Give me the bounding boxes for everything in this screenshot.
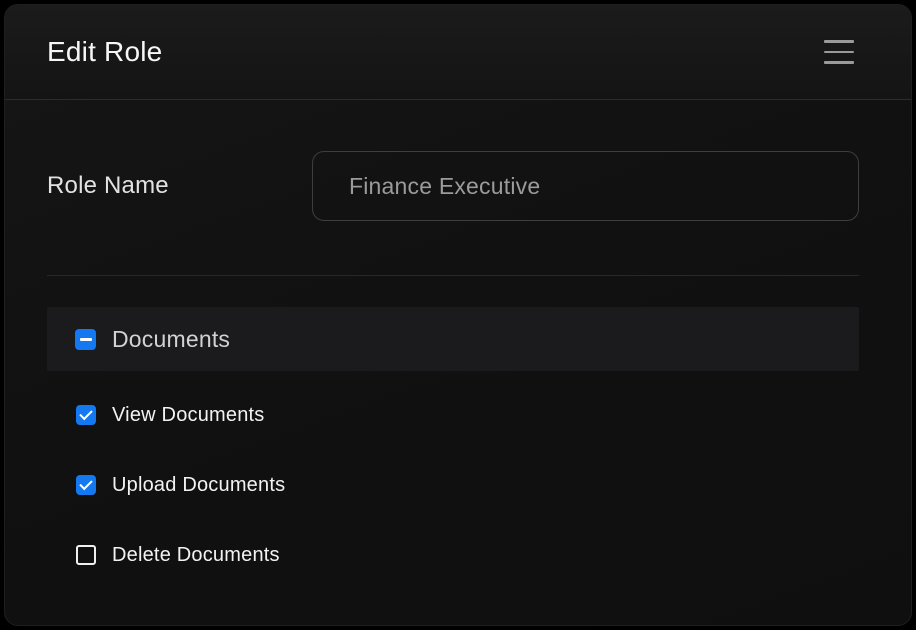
menu-button[interactable]: [824, 36, 854, 68]
permission-row-view-documents[interactable]: View Documents: [47, 380, 859, 450]
delete-documents-checkbox[interactable]: [76, 545, 96, 565]
permission-group-label: Documents: [112, 326, 230, 353]
hamburger-icon: [824, 40, 854, 43]
role-name-row: Role Name: [47, 151, 859, 221]
dialog-header: Edit Role: [5, 5, 911, 100]
permission-label: Upload Documents: [112, 474, 285, 497]
role-name-label: Role Name: [47, 172, 169, 200]
permission-row-upload-documents[interactable]: Upload Documents: [47, 450, 859, 520]
edit-role-dialog: Edit Role Role Name Documents View Docum…: [4, 4, 912, 626]
dialog-body: Role Name Documents View Documents Uploa…: [5, 100, 911, 590]
section-divider: [47, 275, 859, 276]
documents-checkbox[interactable]: [75, 329, 96, 350]
permission-row-delete-documents[interactable]: Delete Documents: [47, 520, 859, 590]
dialog-title: Edit Role: [47, 36, 162, 68]
permission-label: View Documents: [112, 404, 265, 427]
view-documents-checkbox[interactable]: [76, 405, 96, 425]
hamburger-icon: [824, 61, 854, 64]
role-name-input[interactable]: [312, 151, 859, 221]
permission-items: View Documents Upload Documents Delete D…: [47, 380, 859, 590]
permission-group-documents[interactable]: Documents: [47, 307, 859, 371]
upload-documents-checkbox[interactable]: [76, 475, 96, 495]
hamburger-icon: [824, 51, 854, 54]
permission-label: Delete Documents: [112, 544, 280, 567]
